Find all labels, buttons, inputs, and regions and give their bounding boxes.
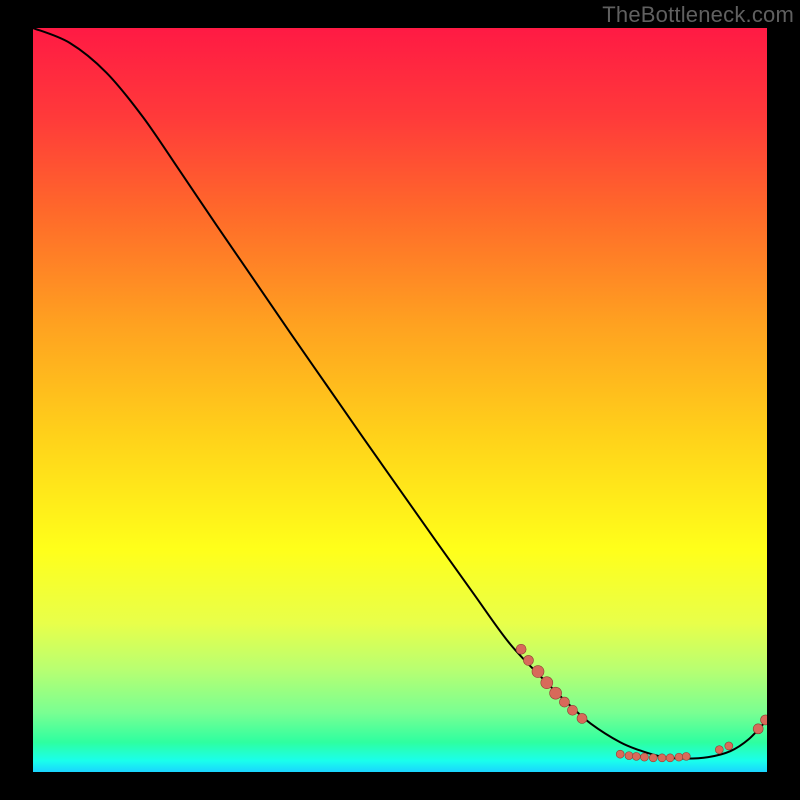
scatter-dot: [753, 724, 763, 734]
scatter-dot: [640, 753, 648, 761]
scatter-dot: [559, 697, 569, 707]
scatter-dot: [625, 752, 633, 760]
plot-area: [33, 28, 767, 772]
scatter-dot: [715, 746, 723, 754]
chart-frame: TheBottleneck.com: [0, 0, 800, 800]
scatter-dot: [541, 677, 553, 689]
scatter-dot: [523, 655, 533, 665]
scatter-dot: [682, 752, 690, 760]
scatter-dot: [675, 753, 683, 761]
scatter-dot: [658, 754, 666, 762]
scatter-dot: [761, 715, 767, 725]
scatter-dot: [616, 750, 624, 758]
scatter-dot: [550, 687, 562, 699]
scatter-dot: [567, 705, 577, 715]
bottleneck-curve: [33, 28, 767, 759]
scatter-dot: [577, 713, 587, 723]
scatter-dot: [516, 644, 526, 654]
watermark-text: TheBottleneck.com: [602, 2, 794, 28]
scatter-dot: [649, 754, 657, 762]
scatter-dot: [632, 752, 640, 760]
scatter-dot: [666, 754, 674, 762]
scatter-dots: [516, 644, 767, 762]
scatter-dot: [532, 666, 544, 678]
plot-overlay: [33, 28, 767, 772]
scatter-dot: [725, 742, 733, 750]
